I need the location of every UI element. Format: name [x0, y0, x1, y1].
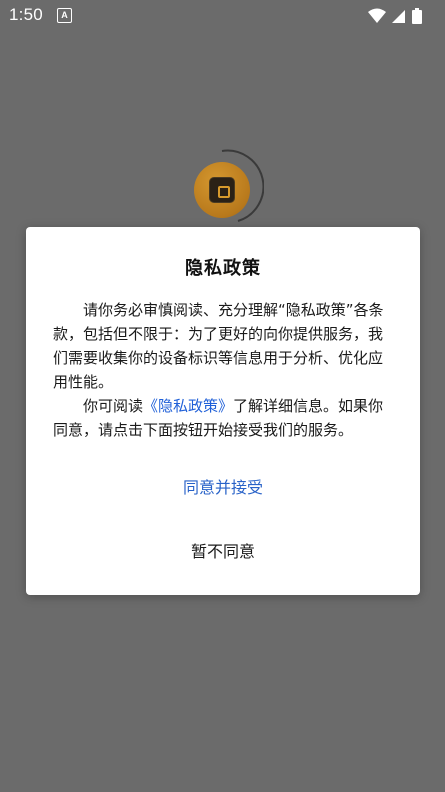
privacy-dialog: 隐私政策 请你务必审慎阅读、充分理解“隐私政策”各条款，包括但不限于：为了更好的…: [26, 227, 420, 595]
battery-icon: [412, 8, 422, 24]
dialog-paragraph-1: 请你务必审慎阅读、充分理解“隐私政策”各条款，包括但不限于：为了更好的向你提供服…: [53, 301, 384, 391]
logo-inner-square: [209, 177, 235, 203]
privacy-policy-link[interactable]: 《隐私政策》: [143, 397, 233, 415]
signal-icon: [392, 10, 405, 23]
disagree-button[interactable]: 暂不同意: [26, 534, 420, 570]
wifi-icon: [368, 8, 386, 23]
logo-mark: [218, 186, 230, 198]
app-logo-icon: [194, 162, 250, 218]
dialog-title: 隐私政策: [185, 258, 261, 279]
status-icons: [367, 7, 433, 25]
dialog-paragraph-2: 你可阅读《隐私政策》了解详细信息。如果你同意，请点击下面按钮开始接受我们的服务。: [53, 394, 396, 442]
status-bar: 1:50 A: [0, 0, 445, 32]
paragraph-2-prefix: 你可阅读: [83, 397, 144, 415]
agree-button[interactable]: 同意并接受: [26, 470, 420, 506]
status-time: 1:50: [9, 5, 43, 24]
app-logo: [188, 149, 264, 225]
font-a-icon: A: [57, 8, 72, 23]
dialog-body: 请你务必审慎阅读、充分理解“隐私政策”各条款，包括但不限于：为了更好的向你提供服…: [53, 298, 396, 442]
